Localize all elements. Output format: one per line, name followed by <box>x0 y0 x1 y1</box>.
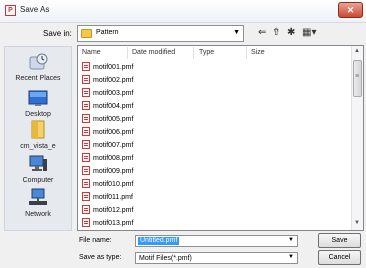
file-name: motif006.pmf <box>93 129 134 136</box>
cancel-button[interactable]: Cancel <box>318 250 361 265</box>
column-divider <box>246 47 247 59</box>
file-name: motif012.pmf <box>93 207 134 214</box>
close-button[interactable]: ✕ <box>338 2 363 18</box>
new-folder-icon[interactable]: ✱ <box>287 26 295 40</box>
place-label: Desktop <box>25 111 51 118</box>
pmf-file-icon <box>82 191 90 201</box>
pmf-file-icon <box>82 152 90 162</box>
pmf-file-icon <box>82 139 90 149</box>
file-row[interactable]: motif004.pmf <box>82 100 232 113</box>
place-label: Network <box>25 211 51 218</box>
scrollbar-thumb[interactable] <box>353 60 362 97</box>
file-row[interactable]: motif005.pmf <box>82 113 232 126</box>
file-name-input[interactable]: Untitled.pmf ▼ <box>135 235 298 247</box>
column-header-name[interactable]: Name <box>82 46 101 60</box>
title-bar: P Save As ✕ <box>0 0 366 23</box>
up-folder-icon[interactable]: ⇮ <box>272 26 280 40</box>
file-row[interactable]: motif013.pmf <box>82 217 232 230</box>
pmf-file-icon <box>82 217 90 227</box>
file-name: motif002.pmf <box>93 77 134 84</box>
save-in-dropdown[interactable]: Pattern ▼ <box>77 25 244 42</box>
scroll-down-icon[interactable]: ▼ <box>354 220 360 226</box>
file-name: motif008.pmf <box>93 155 134 162</box>
file-row[interactable]: motif008.pmf <box>82 152 232 165</box>
place-label: cm_vista_e <box>20 143 56 150</box>
file-list[interactable]: Name Date modified Type Size motif001.pm… <box>77 45 364 231</box>
file-name: motif007.pmf <box>93 142 134 149</box>
scroll-up-icon[interactable]: ▲ <box>354 48 360 54</box>
chevron-down-icon[interactable]: ▼ <box>288 254 294 260</box>
chevron-down-icon[interactable]: ▼ <box>288 237 294 243</box>
pmf-file-icon <box>82 178 90 188</box>
file-name-value: Untitled.pmf <box>138 237 180 245</box>
file-row[interactable]: motif009.pmf <box>82 165 232 178</box>
recent-places-icon <box>29 53 48 70</box>
file-row[interactable]: motif010.pmf <box>82 178 232 191</box>
back-icon[interactable]: ⇐ <box>258 26 266 40</box>
pmf-file-icon <box>82 74 90 84</box>
user-folder-icon <box>31 120 45 139</box>
file-name: motif010.pmf <box>93 181 134 188</box>
file-row[interactable]: motif012.pmf <box>82 204 232 217</box>
save-in-value: Pattern <box>96 29 119 36</box>
file-row[interactable]: motif002.pmf <box>82 74 232 87</box>
file-name: motif001.pmf <box>93 64 134 71</box>
chevron-down-icon: ▼ <box>233 29 240 36</box>
places-bar: Recent Places Desktop cm_vista_e Compute… <box>4 46 72 231</box>
pmf-file-icon <box>82 61 90 71</box>
view-menu-icon[interactable]: ▦▾ <box>302 26 316 40</box>
place-label: Recent Places <box>15 75 61 82</box>
file-name: motif005.pmf <box>93 116 134 123</box>
pmf-file-icon <box>82 100 90 110</box>
place-recent-places[interactable]: Recent Places <box>5 51 71 82</box>
column-header-date-modified[interactable]: Date modified <box>132 46 175 60</box>
file-row[interactable]: motif006.pmf <box>82 126 232 139</box>
save-button[interactable]: Save <box>318 233 361 248</box>
save-in-label: Save in: <box>43 29 72 38</box>
place-computer[interactable]: Computer <box>5 153 71 184</box>
save-as-type-label: Save as type: <box>79 254 122 261</box>
file-name-label: File name: <box>79 237 112 244</box>
file-name: motif003.pmf <box>93 90 134 97</box>
file-name: motif011.pmf <box>93 194 133 201</box>
save-as-type-select[interactable]: Motif Files(*.pmf) ▼ <box>135 252 298 264</box>
pmf-file-icon <box>82 87 90 97</box>
place-network[interactable]: Network <box>5 187 71 218</box>
file-row[interactable]: motif001.pmf <box>82 61 232 74</box>
file-name: motif004.pmf <box>93 103 134 110</box>
pmf-file-icon <box>82 126 90 136</box>
save-as-dialog: P Save As ✕ Save in: Pattern ▼ ⇐ ⇮ ✱ ▦▾ … <box>0 0 366 268</box>
place-desktop[interactable]: Desktop <box>5 87 71 118</box>
save-as-type-value: Motif Files(*.pmf) <box>139 255 192 262</box>
column-header-size[interactable]: Size <box>251 46 265 60</box>
place-label: Computer <box>22 177 54 184</box>
file-row[interactable]: motif003.pmf <box>82 87 232 100</box>
pmf-file-icon <box>82 165 90 175</box>
pattern-app-icon: P <box>5 5 16 16</box>
column-divider <box>127 47 128 59</box>
file-row[interactable]: motif007.pmf <box>82 139 232 152</box>
place-user-folder[interactable]: cm_vista_e <box>5 119 71 150</box>
folder-icon <box>81 29 92 38</box>
file-name: motif013.pmf <box>93 220 134 227</box>
file-name: motif009.pmf <box>93 168 134 175</box>
network-icon <box>29 188 47 205</box>
pmf-file-icon <box>82 204 90 214</box>
column-divider <box>193 47 194 59</box>
computer-icon <box>29 155 47 171</box>
file-row[interactable]: motif011.pmf <box>82 191 232 204</box>
pmf-file-icon <box>82 113 90 123</box>
vertical-scrollbar[interactable]: ▲ ▼ <box>351 46 363 230</box>
column-header-type[interactable]: Type <box>199 46 214 60</box>
window-title: Save As <box>20 5 50 14</box>
desktop-icon <box>28 90 48 106</box>
